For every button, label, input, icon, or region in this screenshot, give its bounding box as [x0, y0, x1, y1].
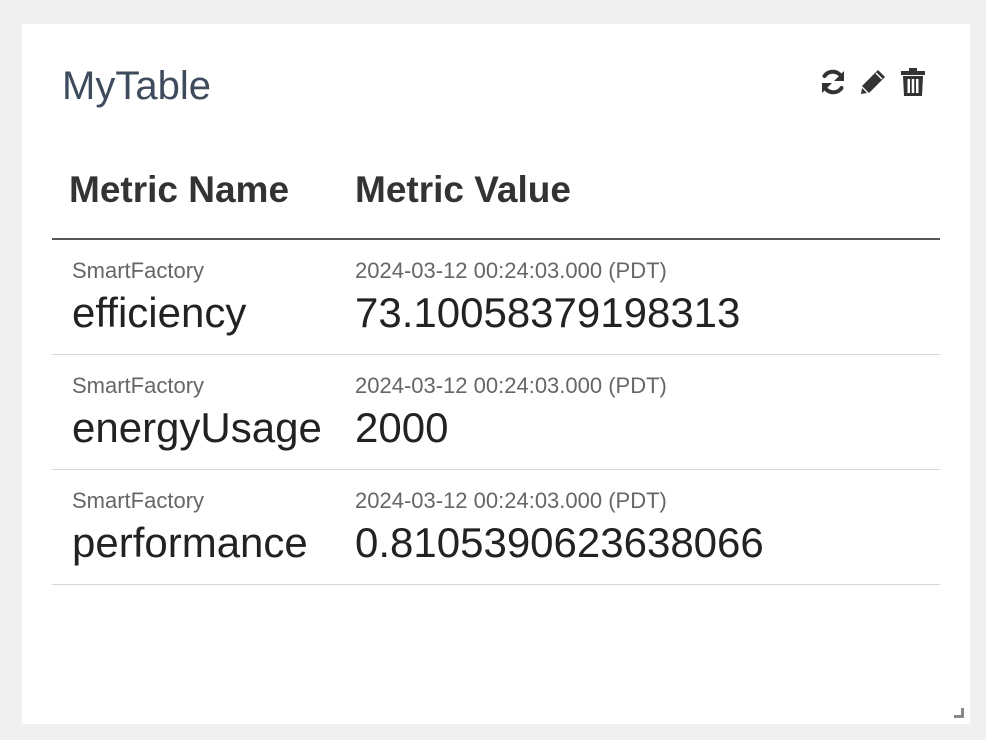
metric-name: performance	[72, 518, 308, 566]
column-header-metric-name[interactable]: Metric Name	[52, 142, 335, 240]
metric-name: energyUsage	[72, 403, 322, 451]
metric-source: SmartFactory	[72, 372, 205, 398]
table-row: SmartFactory performance 2024-03-12 00:2…	[52, 469, 940, 585]
refresh-icon	[818, 67, 848, 97]
table-row: SmartFactory energyUsage 2024-03-12 00:2…	[52, 354, 940, 470]
metric-name: efficiency	[72, 289, 247, 336]
metric-value-cell: 2024-03-12 00:24:03.000 (PDT) 2000	[335, 354, 940, 470]
metric-name-cell: SmartFactory energyUsage	[52, 354, 335, 470]
table-row: SmartFactory efficiency 2024-03-12 00:24…	[52, 239, 940, 355]
metric-value: 0.8105390623638066	[355, 518, 764, 566]
metric-value: 2000	[355, 403, 449, 451]
table-widget: MyTable Metric Name Metric Value SmartFa…	[22, 24, 970, 724]
table-header-row: Metric Name Metric Value	[52, 142, 940, 240]
pencil-icon	[858, 67, 888, 97]
edit-button[interactable]	[858, 66, 888, 98]
widget-title: MyTable	[62, 64, 211, 108]
metric-name-cell: SmartFactory performance	[52, 469, 335, 585]
trash-icon	[899, 67, 927, 97]
delete-button[interactable]	[898, 66, 928, 98]
metric-value: 73.10058379198313	[355, 289, 741, 336]
metric-source: SmartFactory	[72, 487, 205, 513]
metric-value-cell: 2024-03-12 00:24:03.000 (PDT) 73.1005837…	[335, 239, 940, 355]
column-header-metric-value[interactable]: Metric Value	[335, 142, 940, 240]
metrics-table: Metric Name Metric Value SmartFactory ef…	[52, 142, 940, 585]
metric-value-cell: 2024-03-12 00:24:03.000 (PDT) 0.81053906…	[335, 469, 940, 585]
metric-timestamp: 2024-03-12 00:24:03.000 (PDT)	[355, 487, 667, 513]
resize-handle[interactable]	[954, 708, 964, 718]
metric-timestamp: 2024-03-12 00:24:03.000 (PDT)	[355, 372, 667, 398]
widget-toolbar	[818, 66, 928, 98]
refresh-button[interactable]	[818, 66, 848, 98]
metric-timestamp: 2024-03-12 00:24:03.000 (PDT)	[355, 258, 667, 283]
metric-source: SmartFactory	[72, 258, 205, 283]
metric-name-cell: SmartFactory efficiency	[52, 239, 335, 355]
